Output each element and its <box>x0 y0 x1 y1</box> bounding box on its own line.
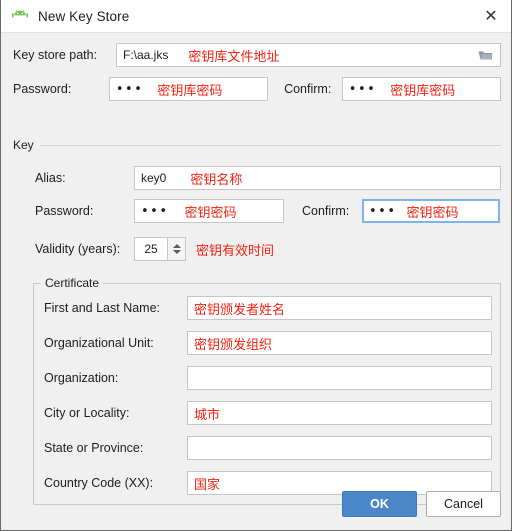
key-confirm-label: Confirm: <box>302 204 350 218</box>
keystore-path-row: Key store path: F:\aa.jks 密钥库文件地址 <box>13 43 501 67</box>
key-alias-label: Alias: <box>35 171 66 185</box>
certificate-group: Certificate First and Last Name: 密钥颁发者姓名… <box>33 276 502 505</box>
keystore-password-label: Password: <box>13 82 72 96</box>
key-alias-row: Alias: key0 密钥名称 <box>13 166 501 190</box>
title-bar: New Key Store ✕ <box>1 0 511 32</box>
key-password-row: Password: ••• 密钥密码 Confirm: ••• 密钥密码 <box>13 199 501 223</box>
close-icon[interactable]: ✕ <box>471 0 511 32</box>
cert-state-label: State or Province: <box>44 441 144 455</box>
stepper-buttons[interactable] <box>167 238 185 260</box>
cert-row-name: First and Last Name: 密钥颁发者姓名 <box>34 296 502 320</box>
dialog-content: Key store path: F:\aa.jks 密钥库文件地址 Passwo… <box>1 33 511 530</box>
key-password-hint: 密钥密码 <box>184 205 237 221</box>
certificate-group-label: Certificate <box>41 276 104 290</box>
keystore-confirm-input[interactable]: ••• 密钥库密码 <box>341 77 501 101</box>
keystore-confirm-value: ••• <box>348 81 377 97</box>
keystore-path-label: Key store path: <box>13 48 98 62</box>
key-group: Key <box>13 138 501 152</box>
new-key-store-dialog: New Key Store ✕ Key store path: F:\aa.jk… <box>0 0 512 531</box>
key-validity-hint: 密钥有效时间 <box>196 243 275 259</box>
keystore-path-input[interactable]: F:\aa.jks 密钥库文件地址 <box>116 43 501 67</box>
cert-organization-label: Organization: <box>44 371 119 385</box>
key-validity-stepper[interactable]: 25 <box>134 237 186 261</box>
cert-state-input[interactable] <box>187 436 492 460</box>
key-password-value: ••• <box>141 203 169 219</box>
ok-button[interactable]: OK <box>342 491 417 517</box>
key-password-input[interactable]: ••• 密钥密码 <box>134 199 284 223</box>
folder-icon[interactable] <box>478 49 493 61</box>
chevron-up-icon[interactable] <box>172 244 181 248</box>
key-alias-hint: 密钥名称 <box>190 172 243 188</box>
cancel-button[interactable]: Cancel <box>426 491 501 517</box>
android-robot-icon <box>11 7 29 25</box>
cert-row-org-unit: Organizational Unit: 密钥颁发组织 <box>34 331 502 355</box>
cert-country-hint: 国家 <box>194 477 221 493</box>
cert-name-hint: 密钥颁发者姓名 <box>194 302 286 318</box>
cert-row-organization: Organization: <box>34 366 502 390</box>
cert-name-input[interactable]: 密钥颁发者姓名 <box>187 296 492 320</box>
key-validity-value: 25 <box>144 242 158 256</box>
cert-row-city: City or Locality: 城市 <box>34 401 502 425</box>
cert-row-state: State or Province: <box>34 436 502 460</box>
key-validity-label: Validity (years): <box>35 242 121 256</box>
key-confirm-hint: 密钥密码 <box>406 205 459 221</box>
key-group-label: Key <box>13 138 40 152</box>
keystore-path-value: F:\aa.jks <box>123 48 169 62</box>
window-title: New Key Store <box>38 8 130 24</box>
cert-org-unit-hint: 密钥颁发组织 <box>194 337 273 353</box>
cert-city-hint: 城市 <box>194 407 221 423</box>
dialog-button-bar: OK Cancel <box>1 491 512 517</box>
keystore-password-input[interactable]: ••• 密钥库密码 <box>108 77 269 101</box>
chevron-down-icon[interactable] <box>172 250 181 254</box>
keystore-password-value: ••• <box>115 81 144 97</box>
cert-org-unit-label: Organizational Unit: <box>44 336 154 350</box>
keystore-password-row: Password: ••• 密钥库密码 Confirm: ••• 密钥库密码 <box>13 77 501 101</box>
key-alias-value: key0 <box>141 171 167 185</box>
key-confirm-value: ••• <box>369 203 397 219</box>
cert-country-label: Country Code (XX): <box>44 476 154 490</box>
cert-city-label: City or Locality: <box>44 406 130 420</box>
keystore-confirm-hint: 密钥库密码 <box>390 83 456 99</box>
key-password-label: Password: <box>35 204 94 218</box>
key-confirm-input[interactable]: ••• 密钥密码 <box>362 199 500 223</box>
cert-name-label: First and Last Name: <box>44 301 161 315</box>
cert-organization-input[interactable] <box>187 366 492 390</box>
keystore-confirm-label: Confirm: <box>284 82 332 96</box>
key-alias-input[interactable]: key0 密钥名称 <box>134 166 501 190</box>
keystore-path-hint: 密钥库文件地址 <box>188 49 280 65</box>
keystore-password-hint: 密钥库密码 <box>157 83 223 99</box>
cert-city-input[interactable]: 城市 <box>187 401 492 425</box>
cert-org-unit-input[interactable]: 密钥颁发组织 <box>187 331 492 355</box>
key-validity-row: Validity (years): 25 密钥有效时间 <box>13 237 501 261</box>
